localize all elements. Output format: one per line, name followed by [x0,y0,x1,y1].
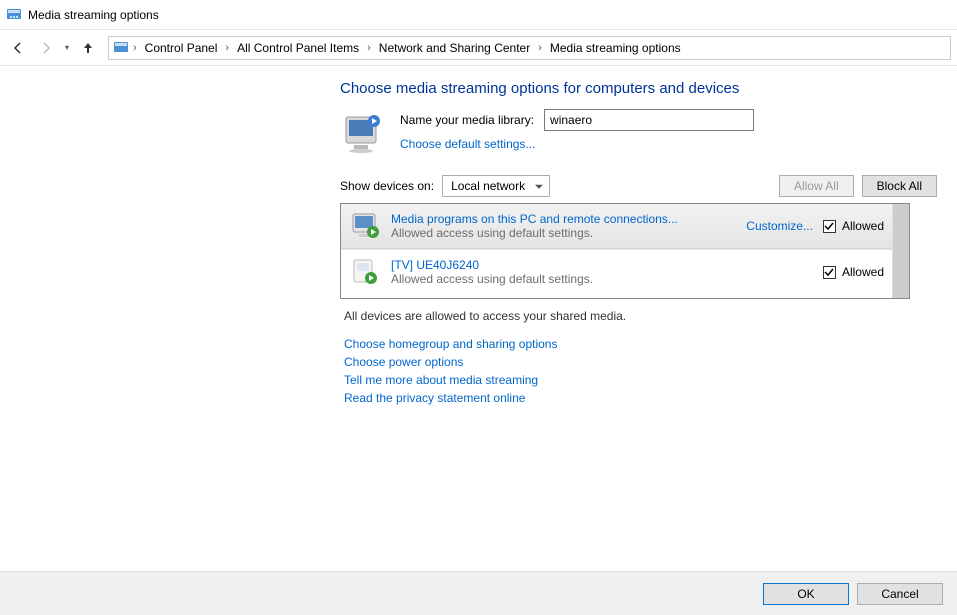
breadcrumb-item[interactable]: Media streaming options [546,39,685,57]
device-title[interactable]: [TV] UE40J6240 [391,258,479,272]
device-row[interactable]: Media programs on this PC and remote con… [341,204,892,249]
default-settings-link[interactable]: Choose default settings... [400,137,754,151]
device-subtitle: Allowed access using default settings. [391,272,813,286]
page-heading: Choose media streaming options for compu… [340,80,937,97]
device-row[interactable]: [TV] UE40J6240 Allowed access using defa… [341,249,892,294]
breadcrumb-item[interactable]: Network and Sharing Center [375,39,534,57]
back-button[interactable] [6,36,30,60]
computer-icon [349,210,381,242]
tell-me-more-link[interactable]: Tell me more about media streaming [344,373,937,387]
app-icon [6,7,22,23]
breadcrumb-item[interactable]: Control Panel [141,39,222,57]
customize-link[interactable]: Customize... [746,219,813,233]
allowed-label: Allowed [842,219,884,233]
devices-toolbar: Show devices on: Local network Allow All… [340,175,937,197]
scrollbar[interactable] [892,204,909,298]
select-value: Local network [451,179,525,193]
device-subtitle: Allowed access using default settings. [391,226,736,240]
ok-button[interactable]: OK [763,583,849,605]
history-dropdown-icon[interactable]: ▾ [62,43,72,52]
homegroup-link[interactable]: Choose homegroup and sharing options [344,337,937,351]
address-icon [113,40,129,56]
dialog-footer: OK Cancel [0,571,957,615]
address-bar[interactable]: › Control Panel › All Control Panel Item… [108,36,951,60]
library-icon [340,109,388,157]
chevron-right-icon: › [365,42,373,54]
allowed-checkbox-group[interactable]: Allowed [823,265,884,279]
chevron-right-icon: › [536,42,544,54]
show-devices-label: Show devices on: [340,179,434,193]
scroll-thumb[interactable] [893,204,909,298]
status-text: All devices are allowed to access your s… [344,309,933,323]
library-name-input[interactable] [544,109,754,131]
nav-toolbar: ▾ › Control Panel › All Control Panel It… [0,30,957,66]
checkbox-icon [823,220,836,233]
network-scope-select[interactable]: Local network [442,175,550,197]
power-options-link[interactable]: Choose power options [344,355,937,369]
tv-icon [349,256,381,288]
allowed-label: Allowed [842,265,884,279]
device-title[interactable]: Media programs on this PC and remote con… [391,212,678,226]
library-section: Name your media library: Choose default … [340,109,937,157]
allow-all-button[interactable]: Allow All [779,175,854,197]
breadcrumb-item[interactable]: All Control Panel Items [233,39,363,57]
main-content: Choose media streaming options for compu… [0,66,957,571]
related-links: Choose homegroup and sharing options Cho… [344,337,937,405]
device-list: Media programs on this PC and remote con… [340,203,910,299]
library-name-label: Name your media library: [400,113,534,127]
title-bar: Media streaming options [0,0,957,30]
forward-button[interactable] [34,36,58,60]
privacy-link[interactable]: Read the privacy statement online [344,391,937,405]
chevron-right-icon: › [131,42,139,54]
up-button[interactable] [76,36,100,60]
window-title: Media streaming options [28,8,159,22]
allowed-checkbox-group[interactable]: Allowed [823,219,884,233]
cancel-button[interactable]: Cancel [857,583,943,605]
chevron-right-icon: › [223,42,231,54]
checkbox-icon [823,266,836,279]
block-all-button[interactable]: Block All [862,175,937,197]
